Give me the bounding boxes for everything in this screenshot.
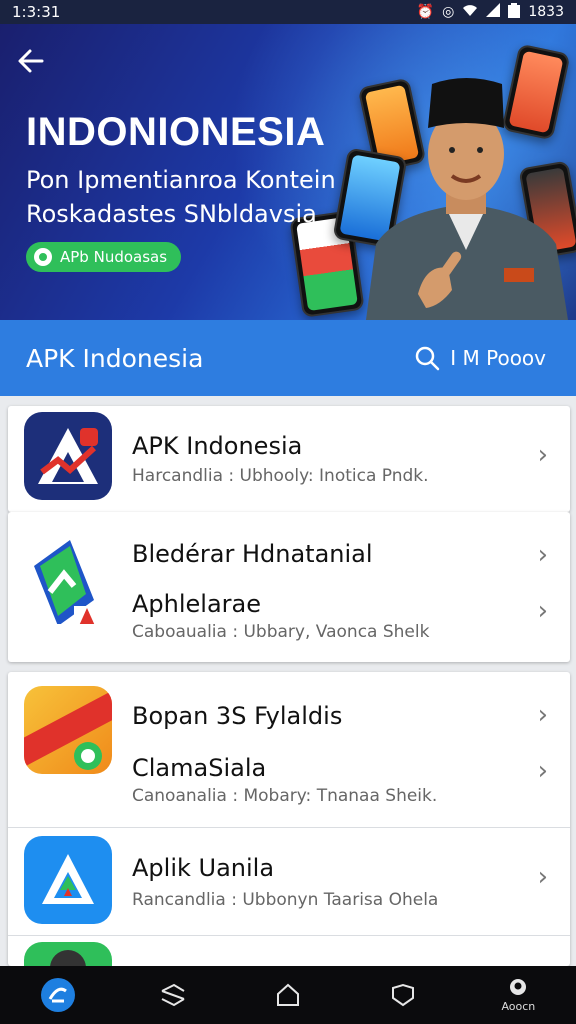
chevron-right-icon: › [537, 756, 548, 786]
nav-home-app[interactable] [28, 966, 88, 1024]
alarm-icon: ⏰ [416, 4, 435, 20]
app-meta: Harcandlia : Ubhooly: Inotica Pndk. [132, 466, 429, 486]
app-subtitle: Aphlelarae [132, 590, 262, 618]
hero-badge-label: APb Nudoasas [60, 248, 168, 266]
app-logo-icon [24, 536, 112, 624]
app-list-item[interactable]: Bopan 3S Fylaldis ClamaSiala Canoanalia … [8, 672, 570, 828]
nav-home[interactable] [258, 966, 318, 1024]
app-logo-icon [24, 686, 112, 774]
app-title: APK Indonesia [132, 432, 303, 460]
search-icon [415, 346, 440, 371]
person-illustration [366, 78, 568, 320]
hero-badge-button[interactable]: APb Nudoasas [26, 242, 182, 272]
chat-bubble-icon [34, 248, 52, 266]
home-icon [276, 983, 299, 1006]
app-card: Bledérar Hdnatanial Aphlelarae Caboauali… [8, 512, 570, 662]
wifi-icon [462, 3, 478, 21]
chevron-right-icon: › [537, 700, 548, 730]
hero-subtitle-line1: Pon Ipmentianroa Kontein [26, 166, 336, 194]
profile-icon [510, 978, 527, 995]
arrow-left-icon [18, 49, 44, 73]
app-card: Bopan 3S Fylaldis ClamaSiala Canoanalia … [8, 672, 570, 966]
app-list-item[interactable]: Bledérar Hdnatanial Aphlelarae Caboauali… [8, 512, 570, 662]
app-subtitle: ClamaSiala [132, 754, 267, 782]
app-list-item[interactable] [8, 936, 570, 966]
app-card: APK Indonesia Harcandlia : Ubhooly: Inot… [8, 406, 570, 512]
nav-profile[interactable]: Aoocn [488, 966, 548, 1024]
nav-recents[interactable] [373, 966, 433, 1024]
back-button[interactable] [16, 46, 52, 82]
data-saver-icon: ◎ [442, 4, 455, 20]
status-time: 1:3:31 [12, 3, 61, 21]
app-meta: Canoanalia : Mobary: Tnanaa Sheik. [132, 786, 438, 806]
shield-icon [392, 983, 415, 1007]
app-home-icon [40, 978, 75, 1012]
chevron-right-icon: › [537, 440, 548, 470]
status-icons: ⏰ ◎ 1833 [416, 2, 564, 22]
app-list-item[interactable]: APK Indonesia Harcandlia : Ubhooly: Inot… [8, 406, 570, 512]
app-meta: Rancandlia : Ubbonyn Taarisa Ohela [132, 890, 439, 910]
search-button[interactable]: I M Pooov [414, 345, 546, 371]
battery-icon [508, 2, 521, 22]
status-right-text: 1833 [528, 4, 564, 20]
apk-indonesia-app-icon [24, 412, 112, 500]
chevron-right-icon: › [537, 540, 548, 570]
status-bar: 1:3:31 ⏰ ◎ 1833 [0, 0, 576, 24]
chevron-right-icon: › [537, 596, 548, 626]
hero-title: INDONIONESIA [26, 110, 326, 154]
app-title: Aplik Uanila [132, 854, 275, 882]
app-list-item[interactable]: Aplik Uanila Rancandlia : Ubbonyn Taaris… [8, 828, 570, 936]
nav-back[interactable] [143, 966, 203, 1024]
app-title: Bledérar Hdnatanial [132, 540, 373, 568]
nav-profile-label: Aoocn [501, 999, 536, 1013]
hero-subtitle-line2: Roskadastes SNbldavsia [26, 200, 317, 228]
app-logo-icon [24, 942, 112, 966]
app-meta: Caboaualia : Ubbary, Vaonca Shelk [132, 622, 430, 642]
app-bar: APK Indonesia I M Pooov [0, 320, 576, 396]
app-bar-title: APK Indonesia [26, 343, 204, 373]
chevron-right-icon: › [537, 862, 548, 892]
hero-banner: INDONIONESIA Pon Ipmentianroa Kontein Ro… [0, 24, 576, 320]
signal-icon [486, 3, 501, 21]
app-title: Bopan 3S Fylaldis [132, 702, 343, 730]
back-icon [161, 983, 185, 1007]
bottom-navigation: Aoocn [0, 966, 576, 1024]
search-label: I M Pooov [450, 346, 546, 370]
app-logo-icon [24, 836, 112, 924]
